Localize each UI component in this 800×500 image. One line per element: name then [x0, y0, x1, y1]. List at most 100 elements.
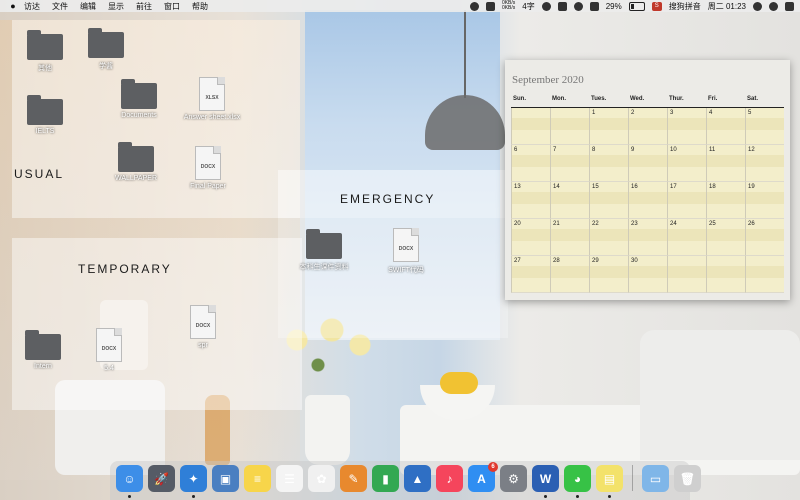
wechat-status-icon[interactable]	[469, 1, 479, 11]
desktop-item-label: 其他	[38, 65, 52, 72]
desktop-folder-other[interactable]: 其他	[10, 30, 80, 73]
wechat-icon[interactable]: ◕	[564, 465, 591, 498]
network-speed[interactable]: 0KB/s 0KB/s	[502, 1, 515, 11]
stickies-icon[interactable]: ▤	[596, 465, 623, 498]
calendar-day-cell[interactable]: 23	[628, 219, 667, 256]
calendar-day-cell[interactable]: 11	[706, 145, 745, 182]
calendar-day-cell[interactable]: 6	[511, 145, 550, 182]
menu-go[interactable]: 前往	[136, 1, 152, 12]
control-center-icon[interactable]	[785, 1, 794, 11]
input-method-label[interactable]: 搜狗拼音	[669, 1, 701, 12]
calendar-day-cell[interactable]: 18	[706, 182, 745, 219]
desktop-file-swift-code[interactable]: DOCX SWIFT代码	[371, 228, 441, 275]
menu-window[interactable]: 窗口	[164, 1, 180, 12]
desktop-folder-documents[interactable]: Documents	[104, 79, 174, 119]
battery-percent[interactable]: 29%	[606, 2, 622, 11]
calendar-day-cell[interactable]: 1	[589, 108, 628, 145]
desktop-folder-wallpaper[interactable]: WALLPAPER	[101, 142, 171, 182]
pages-icon[interactable]: ✎	[340, 465, 367, 492]
calendar-day-cell[interactable]: 25	[706, 219, 745, 256]
calendar-day-cell[interactable]: 27	[511, 256, 550, 293]
calendar-day-cell[interactable]: 2	[628, 108, 667, 145]
temporary-label: TEMPORARY	[78, 262, 172, 276]
sogou-input-icon[interactable]: S	[651, 1, 662, 11]
wifi-icon[interactable]	[573, 1, 583, 11]
calendar-day-cell[interactable]: 9	[628, 145, 667, 182]
calendar-day-cell[interactable]: 13	[511, 182, 550, 219]
menu-edit[interactable]: 编辑	[80, 1, 96, 12]
spotlight-search-icon[interactable]	[753, 1, 762, 11]
calendar-day-number: 11	[709, 147, 716, 153]
preview-icon[interactable]: ▣	[212, 465, 239, 492]
reminders-icon[interactable]: ☰	[276, 465, 303, 492]
calendar-day-cell[interactable]: 14	[550, 182, 589, 219]
menu-file[interactable]: 文件	[52, 1, 68, 12]
calendar-widget[interactable]: September 2020 Sun. Mon. Tues. Wed. Thur…	[505, 60, 790, 300]
calendar-day-cell[interactable]: 16	[628, 182, 667, 219]
desktop-file-5-4[interactable]: DOCX 5.4	[74, 328, 144, 372]
app-store-icon[interactable]: A6	[468, 462, 498, 492]
battery-icon[interactable]	[628, 1, 645, 11]
weekday-label: Sat.	[747, 96, 759, 102]
volume-icon[interactable]	[589, 1, 599, 11]
record-status-icon[interactable]	[541, 1, 551, 11]
notes-icon[interactable]: ≡	[244, 465, 271, 492]
calendar-day-cell[interactable]: 12	[745, 145, 784, 182]
numbers-icon[interactable]: ▮	[372, 465, 399, 492]
calendar-day-cell[interactable]: 20	[511, 219, 550, 256]
menu-help[interactable]: 帮助	[192, 1, 208, 12]
calendar-day-cell[interactable]: 4	[706, 108, 745, 145]
clock[interactable]: 周二 01:23	[708, 1, 746, 12]
weekday-label: Tues.	[591, 96, 607, 102]
calendar-day-number: 4	[709, 110, 713, 116]
bluetooth-icon[interactable]	[557, 1, 567, 11]
siri-icon[interactable]	[769, 1, 778, 11]
menu-view[interactable]: 显示	[108, 1, 124, 12]
calendar-day-cell[interactable]: 5	[745, 108, 784, 145]
calendar-day-cell[interactable]: 30	[628, 256, 667, 293]
calendar-day-cell[interactable]: 3	[667, 108, 706, 145]
calendar-day-cell[interactable]: 7	[550, 145, 589, 182]
calendar-day-cell[interactable]: 15	[589, 182, 628, 219]
folder-icon	[306, 229, 342, 259]
calendar-day-number: 19	[748, 184, 755, 190]
calendar-day-cell[interactable]: 28	[550, 256, 589, 293]
calendar-day-cell[interactable]: 19	[745, 182, 784, 219]
calendar-day-cell[interactable]: 21	[550, 219, 589, 256]
calendar-day-cell[interactable]: 24	[667, 219, 706, 256]
calendar-day-cell[interactable]: 17	[667, 182, 706, 219]
downloads-folder-icon[interactable]: ▭	[642, 465, 669, 492]
wallpaper-vase	[305, 395, 350, 465]
music-icon[interactable]: ♪	[436, 465, 463, 492]
app-status-icon[interactable]	[485, 1, 495, 11]
menu-finder[interactable]: 访达	[24, 1, 40, 12]
calendar-day-cell[interactable]: 22	[589, 219, 628, 256]
calendar-day-cell[interactable]: 10	[667, 145, 706, 182]
dock-separator	[632, 465, 633, 491]
keynote-icon[interactable]: ▲	[404, 465, 431, 492]
calendar-day-number: 7	[553, 147, 557, 153]
apple-menu-icon[interactable]: ●	[8, 1, 18, 11]
desktop-folder-study[interactable]: 学酱	[71, 28, 141, 71]
weekday-label: Wed.	[630, 96, 645, 102]
launchpad-icon[interactable]: 🚀	[148, 465, 175, 492]
desktop-folder-ielts[interactable]: IELTS	[10, 95, 80, 135]
calendar-day-number: 28	[553, 258, 560, 264]
desktop-file-spr[interactable]: DOCX spr	[168, 305, 238, 349]
calendar-day-cell[interactable]: 26	[745, 219, 784, 256]
status-badge[interactable]: 4字	[522, 1, 534, 12]
desktop-file-answer-sheet[interactable]: XLSX Answer sheet.xlsx	[177, 77, 247, 121]
calendar-day-cell[interactable]: 8	[589, 145, 628, 182]
calendar-day-cell[interactable]: 29	[589, 256, 628, 293]
safari-icon[interactable]: ✦	[180, 465, 207, 498]
system-preferences-icon[interactable]: ⚙	[500, 465, 527, 492]
calendar-day-number: 6	[514, 147, 518, 153]
desktop-folder-intern[interactable]: Intern	[8, 330, 78, 370]
trash-icon[interactable]: 🗑	[674, 465, 701, 492]
calendar-day-number: 25	[709, 221, 716, 227]
word-icon[interactable]: W	[532, 465, 559, 498]
desktop-file-final-paper[interactable]: DOCX Final Paper	[173, 146, 243, 190]
finder-icon[interactable]: ☺	[116, 465, 143, 498]
desktop-folder-courseware[interactable]: 本科生课件资料	[289, 229, 359, 272]
photos-icon[interactable]: ✿	[308, 465, 335, 492]
